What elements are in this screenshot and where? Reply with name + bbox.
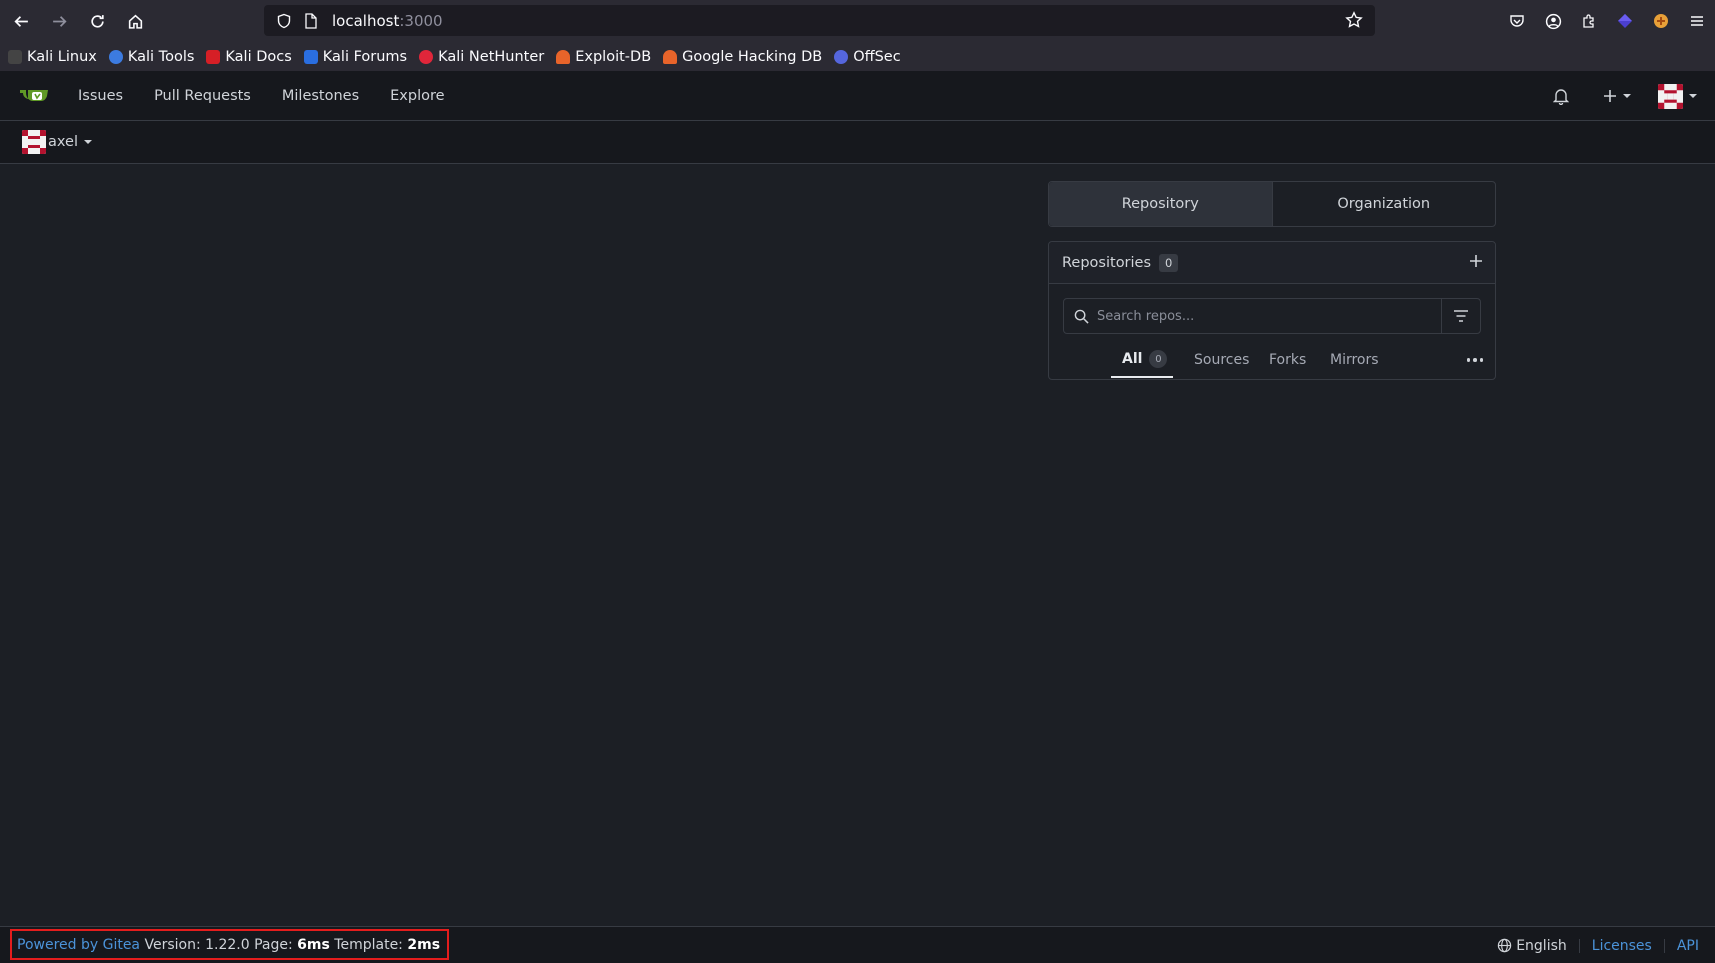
account-icon[interactable] [1535,3,1571,39]
repositories-count-badge: 0 [1159,253,1179,272]
repo-filter-tabs: All 0 Sources Forks Mirrors [1049,342,1495,378]
tab-repository[interactable]: Repository [1049,182,1273,226]
google-hacking-db-icon [663,49,678,64]
offsec-icon [834,49,849,64]
chevron-down-icon [1689,94,1697,98]
footer-version-info: Powered by Gitea Version: 1.22.0 Page: 6… [10,929,450,960]
notification-bell-icon[interactable] [1553,88,1569,105]
repo-tab-all-count: 0 [1149,350,1168,368]
kali-nethunter-icon [419,49,434,64]
kali-docs-icon [206,49,221,64]
template-time-label: Template: [334,936,403,953]
globe-icon [1497,938,1512,953]
bookmarks-bar: Kali Linux Kali Tools Kali Docs Kali For… [0,42,1715,71]
chevron-down-icon [1623,94,1631,98]
page-icon [304,12,320,29]
repositories-panel: Repositories 0 All 0 Sources Forks Mirro… [1048,241,1496,380]
navbar-right [1553,71,1697,121]
tab-organization[interactable]: Organization [1273,182,1496,226]
version-value: 1.22.0 [205,936,250,953]
context-username: axel [48,134,78,150]
api-link[interactable]: API [1677,938,1699,954]
context-user-switcher[interactable]: axel [22,130,92,154]
powered-by-gitea-link[interactable]: Powered by Gitea [17,937,140,953]
footer-divider [1578,938,1580,953]
reload-icon[interactable] [79,3,115,39]
language-selector[interactable]: English [1516,938,1567,954]
address-bar[interactable]: localhost:3000 [264,5,1375,36]
bookmark-exploit-db[interactable]: Exploit-DB [556,49,651,65]
pocket-icon[interactable] [1499,3,1535,39]
version-label: Version: [144,936,201,953]
bookmark-kali-docs[interactable]: Kali Docs [206,49,292,65]
extension-orange-icon[interactable] [1643,3,1679,39]
page-time-value: 6ms [297,936,330,953]
gitea-logo-icon[interactable] [19,85,49,107]
create-new-dropdown[interactable] [1603,89,1631,103]
filter-icon[interactable] [1441,299,1480,333]
bookmark-kali-linux[interactable]: Kali Linux [8,49,97,65]
nav-explore[interactable]: Explore [390,88,444,104]
new-repo-plus-icon[interactable] [1469,254,1483,268]
nav-milestones[interactable]: Milestones [282,88,359,104]
plus-icon [1604,90,1616,102]
repo-tab-all[interactable]: All 0 [1111,342,1173,378]
footer-links: English Licenses API [1497,927,1699,963]
bookmark-google-hacking-db[interactable]: Google Hacking DB [663,49,822,65]
repo-tab-sources[interactable]: Sources [1194,342,1249,378]
kali-tools-icon [108,49,123,64]
shield-icon[interactable] [272,13,296,29]
gitea-navbar: Issues Pull Requests Milestones Explore [0,71,1715,121]
user-menu-dropdown[interactable] [1658,83,1697,109]
bookmark-kali-forums[interactable]: Kali Forums [303,49,407,65]
page-time-label: Page: [254,936,293,953]
chevron-down-icon [83,140,92,144]
exploit-db-icon [556,49,571,64]
extensions-icon[interactable] [1571,3,1607,39]
forward-icon[interactable] [41,3,77,39]
bookmark-star-icon[interactable] [1345,11,1363,33]
dashboard-type-switch: Repository Organization [1048,181,1496,227]
extension-purple-icon[interactable] [1607,3,1643,39]
template-time-value: 2ms [407,936,441,953]
repo-search-box [1063,298,1481,334]
repositories-title: Repositories [1062,254,1152,271]
url-text: localhost:3000 [332,11,443,30]
bookmark-kali-nethunter[interactable]: Kali NetHunter [419,49,544,65]
context-avatar [22,130,46,154]
repositories-header: Repositories 0 [1049,242,1495,284]
page-footer: Powered by Gitea Version: 1.22.0 Page: 6… [0,926,1715,963]
kali-linux-icon [8,49,22,64]
menu-icon[interactable] [1679,3,1715,39]
back-icon[interactable] [3,3,39,39]
footer-divider [1663,938,1665,953]
more-options-icon[interactable] [1466,358,1483,362]
repo-search-input[interactable] [1097,308,1437,324]
bookmark-offsec[interactable]: OffSec [834,49,901,65]
licenses-link[interactable]: Licenses [1592,938,1652,954]
user-avatar [1658,83,1683,109]
repo-tab-forks[interactable]: Forks [1269,342,1306,378]
dashboard-context-bar: axel [0,121,1715,164]
toolbar-right [1499,0,1715,42]
home-icon[interactable] [117,3,153,39]
nav-pull-requests[interactable]: Pull Requests [154,88,251,104]
bookmark-kali-tools[interactable]: Kali Tools [108,49,194,65]
browser-toolbar: localhost:3000 [0,0,1715,42]
search-icon [1074,309,1089,324]
repo-tab-mirrors[interactable]: Mirrors [1330,342,1379,378]
nav-issues[interactable]: Issues [78,88,123,104]
kali-forums-icon [303,49,318,64]
